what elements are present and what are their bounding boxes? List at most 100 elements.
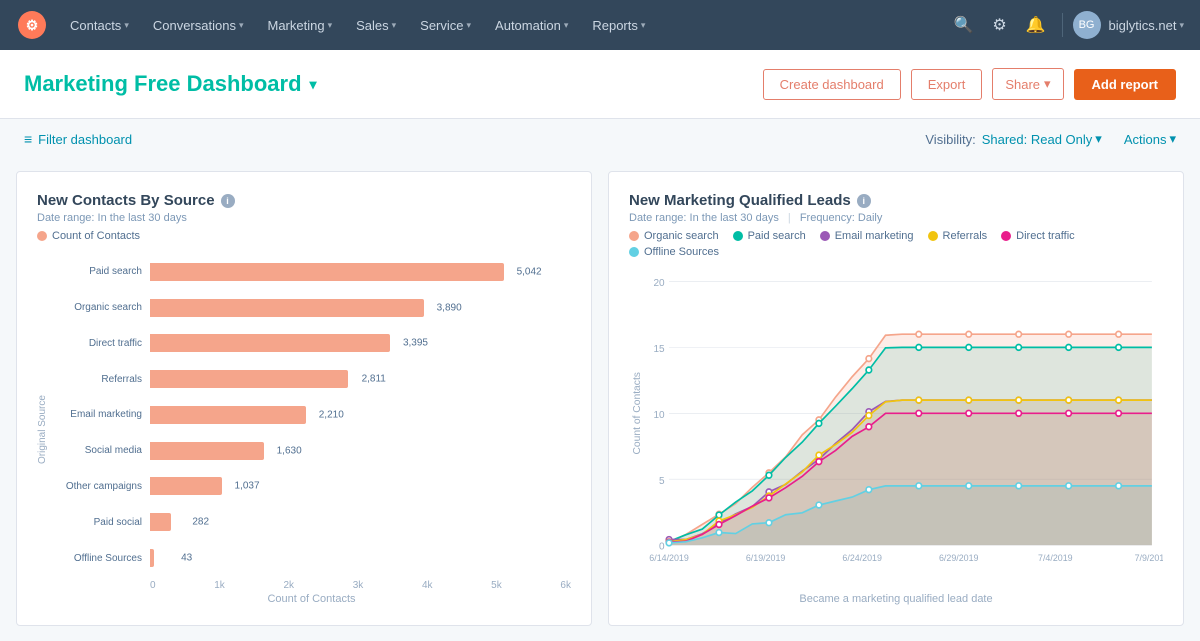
svg-text:20: 20 (653, 278, 664, 289)
bar-value: 3,890 (437, 302, 462, 313)
bar-chart-title: New Contacts By Source i (37, 192, 571, 209)
legend-dot (733, 231, 743, 241)
bar-track: 3,395 (150, 334, 571, 352)
chevron-down-icon: ▾ (392, 20, 397, 31)
svg-text:6/19/2019: 6/19/2019 (746, 553, 786, 563)
x-axis: 01k2k3k4k5k6k (52, 576, 571, 591)
nav-automation[interactable]: Automation ▾ (485, 12, 578, 39)
create-dashboard-button[interactable]: Create dashboard (763, 69, 901, 100)
info-icon[interactable]: i (857, 194, 871, 208)
toolbar: ≡ Filter dashboard Visibility: Shared: R… (0, 119, 1200, 159)
share-button[interactable]: Share ▾ (992, 68, 1063, 100)
avatar[interactable]: BG (1073, 11, 1101, 39)
svg-text:6/14/2019: 6/14/2019 (649, 553, 689, 563)
bar-chart-inner: Paid search 5,042 Organic search 3,890 D… (52, 254, 571, 605)
nav-marketing[interactable]: Marketing ▾ (257, 12, 342, 39)
x-tick: 5k (491, 580, 502, 591)
chevron-down-icon: ▾ (1169, 131, 1176, 147)
bar-label: Direct traffic (52, 338, 142, 349)
line-chart-subtitle: Date range: In the last 30 days | Freque… (629, 212, 1163, 224)
x-axis-title: Became a marketing qualified lead date (629, 593, 1163, 605)
svg-text:6/24/2019: 6/24/2019 (842, 553, 882, 563)
line-chart-legend: Organic search Paid search Email marketing… (629, 230, 1163, 258)
x-axis-title: Count of Contacts (52, 593, 571, 605)
actions-button[interactable]: Actions ▾ (1124, 131, 1176, 147)
page-header: Marketing Free Dashboard ▾ Create dashbo… (0, 50, 1200, 119)
bar-label: Other campaigns (52, 481, 142, 492)
nav-reports[interactable]: Reports ▾ (582, 12, 655, 39)
bar-fill: 2,811 (150, 370, 348, 388)
hubspot-logo[interactable]: ⚙ (16, 9, 48, 41)
bar-track: 2,811 (150, 370, 571, 388)
chevron-down-icon: ▾ (564, 20, 569, 31)
bar-label: Referrals (52, 374, 142, 385)
bar-label: Paid search (52, 266, 142, 277)
search-icon[interactable]: 🔍 (948, 9, 980, 41)
title-dropdown-chevron[interactable]: ▾ (310, 76, 317, 93)
chevron-down-icon: ▾ (641, 20, 646, 31)
bar-row: Referrals 2,811 (52, 370, 571, 388)
bar-chart-subtitle: Date range: In the last 30 days (37, 212, 571, 224)
bar-track: 5,042 (150, 263, 571, 281)
bar-track: 282 (150, 513, 571, 531)
legend-dot (629, 247, 639, 257)
bar-row: Social media 1,630 (52, 442, 571, 460)
svg-text:10: 10 (653, 410, 664, 421)
line-chart-svg: 051015206/14/20196/19/20196/24/20196/29/… (629, 270, 1163, 591)
nav-service[interactable]: Service ▾ (410, 12, 481, 39)
toolbar-right: Visibility: Shared: Read Only ▾ Actions … (925, 131, 1176, 147)
svg-text:6/29/2019: 6/29/2019 (939, 553, 979, 563)
legend-item: Direct traffic (1001, 230, 1074, 242)
legend-dot (37, 231, 47, 241)
bar-row: Email marketing 2,210 (52, 406, 571, 424)
info-icon[interactable]: i (221, 194, 235, 208)
legend-dot (928, 231, 938, 241)
bar-value: 282 (192, 517, 209, 528)
legend-item: Paid search (733, 230, 806, 242)
svg-text:7/4/2019: 7/4/2019 (1038, 553, 1073, 563)
line-chart-title: New Marketing Qualified Leads i (629, 192, 1163, 209)
bar-fill: 5,042 (150, 263, 504, 281)
bar-label: Paid social (52, 517, 142, 528)
bar-chart-legend: Count of Contacts (37, 230, 571, 242)
x-tick: 6k (560, 580, 571, 591)
bar-fill: 2,210 (150, 406, 306, 424)
filter-dashboard-button[interactable]: ≡ Filter dashboard (24, 131, 132, 147)
legend-item: Organic search (629, 230, 719, 242)
line-chart-container: 051015206/14/20196/19/20196/24/20196/29/… (629, 270, 1163, 605)
bar-chart-card: New Contacts By Source i Date range: In … (16, 171, 592, 626)
legend-item: Email marketing (820, 230, 914, 242)
bar-track: 2,210 (150, 406, 571, 424)
bar-fill: 3,395 (150, 334, 390, 352)
svg-text:⚙: ⚙ (26, 17, 39, 33)
bar-label: Email marketing (52, 409, 142, 420)
charts-area: New Contacts By Source i Date range: In … (0, 159, 1200, 638)
x-tick: 1k (214, 580, 225, 591)
nav-sales[interactable]: Sales ▾ (346, 12, 406, 39)
bar-track: 43 (150, 549, 571, 567)
x-tick: 3k (353, 580, 364, 591)
nav-conversations[interactable]: Conversations ▾ (143, 12, 254, 39)
notifications-icon[interactable]: 🔔 (1020, 9, 1052, 41)
bar-fill: 1,630 (150, 442, 264, 460)
add-report-button[interactable]: Add report (1074, 69, 1176, 100)
bar-row: Direct traffic 3,395 (52, 334, 571, 352)
bar-row: Other campaigns 1,037 (52, 477, 571, 495)
bar-row: Offline Sources 43 (52, 549, 571, 567)
bar-row: Organic search 3,890 (52, 299, 571, 317)
settings-icon[interactable]: ⚙ (984, 9, 1016, 41)
dashboard-title: Marketing Free Dashboard ▾ (24, 71, 317, 97)
bar-fill: 1,037 (150, 477, 222, 495)
x-tick: 0 (150, 580, 156, 591)
account-name[interactable]: biglytics.net ▾ (1109, 18, 1184, 33)
bar-label: Organic search (52, 302, 142, 313)
bar-value: 2,210 (319, 409, 344, 420)
nav-contacts[interactable]: Contacts ▾ (60, 12, 139, 39)
x-tick: 2k (283, 580, 294, 591)
export-button[interactable]: Export (911, 69, 983, 100)
legend-item: Offline Sources (629, 246, 719, 258)
svg-text:15: 15 (653, 344, 664, 355)
bar-value: 3,395 (403, 338, 428, 349)
navbar-right: 🔍 ⚙ 🔔 BG biglytics.net ▾ (948, 9, 1184, 41)
visibility-shared-link[interactable]: Shared: Read Only ▾ (982, 131, 1102, 147)
